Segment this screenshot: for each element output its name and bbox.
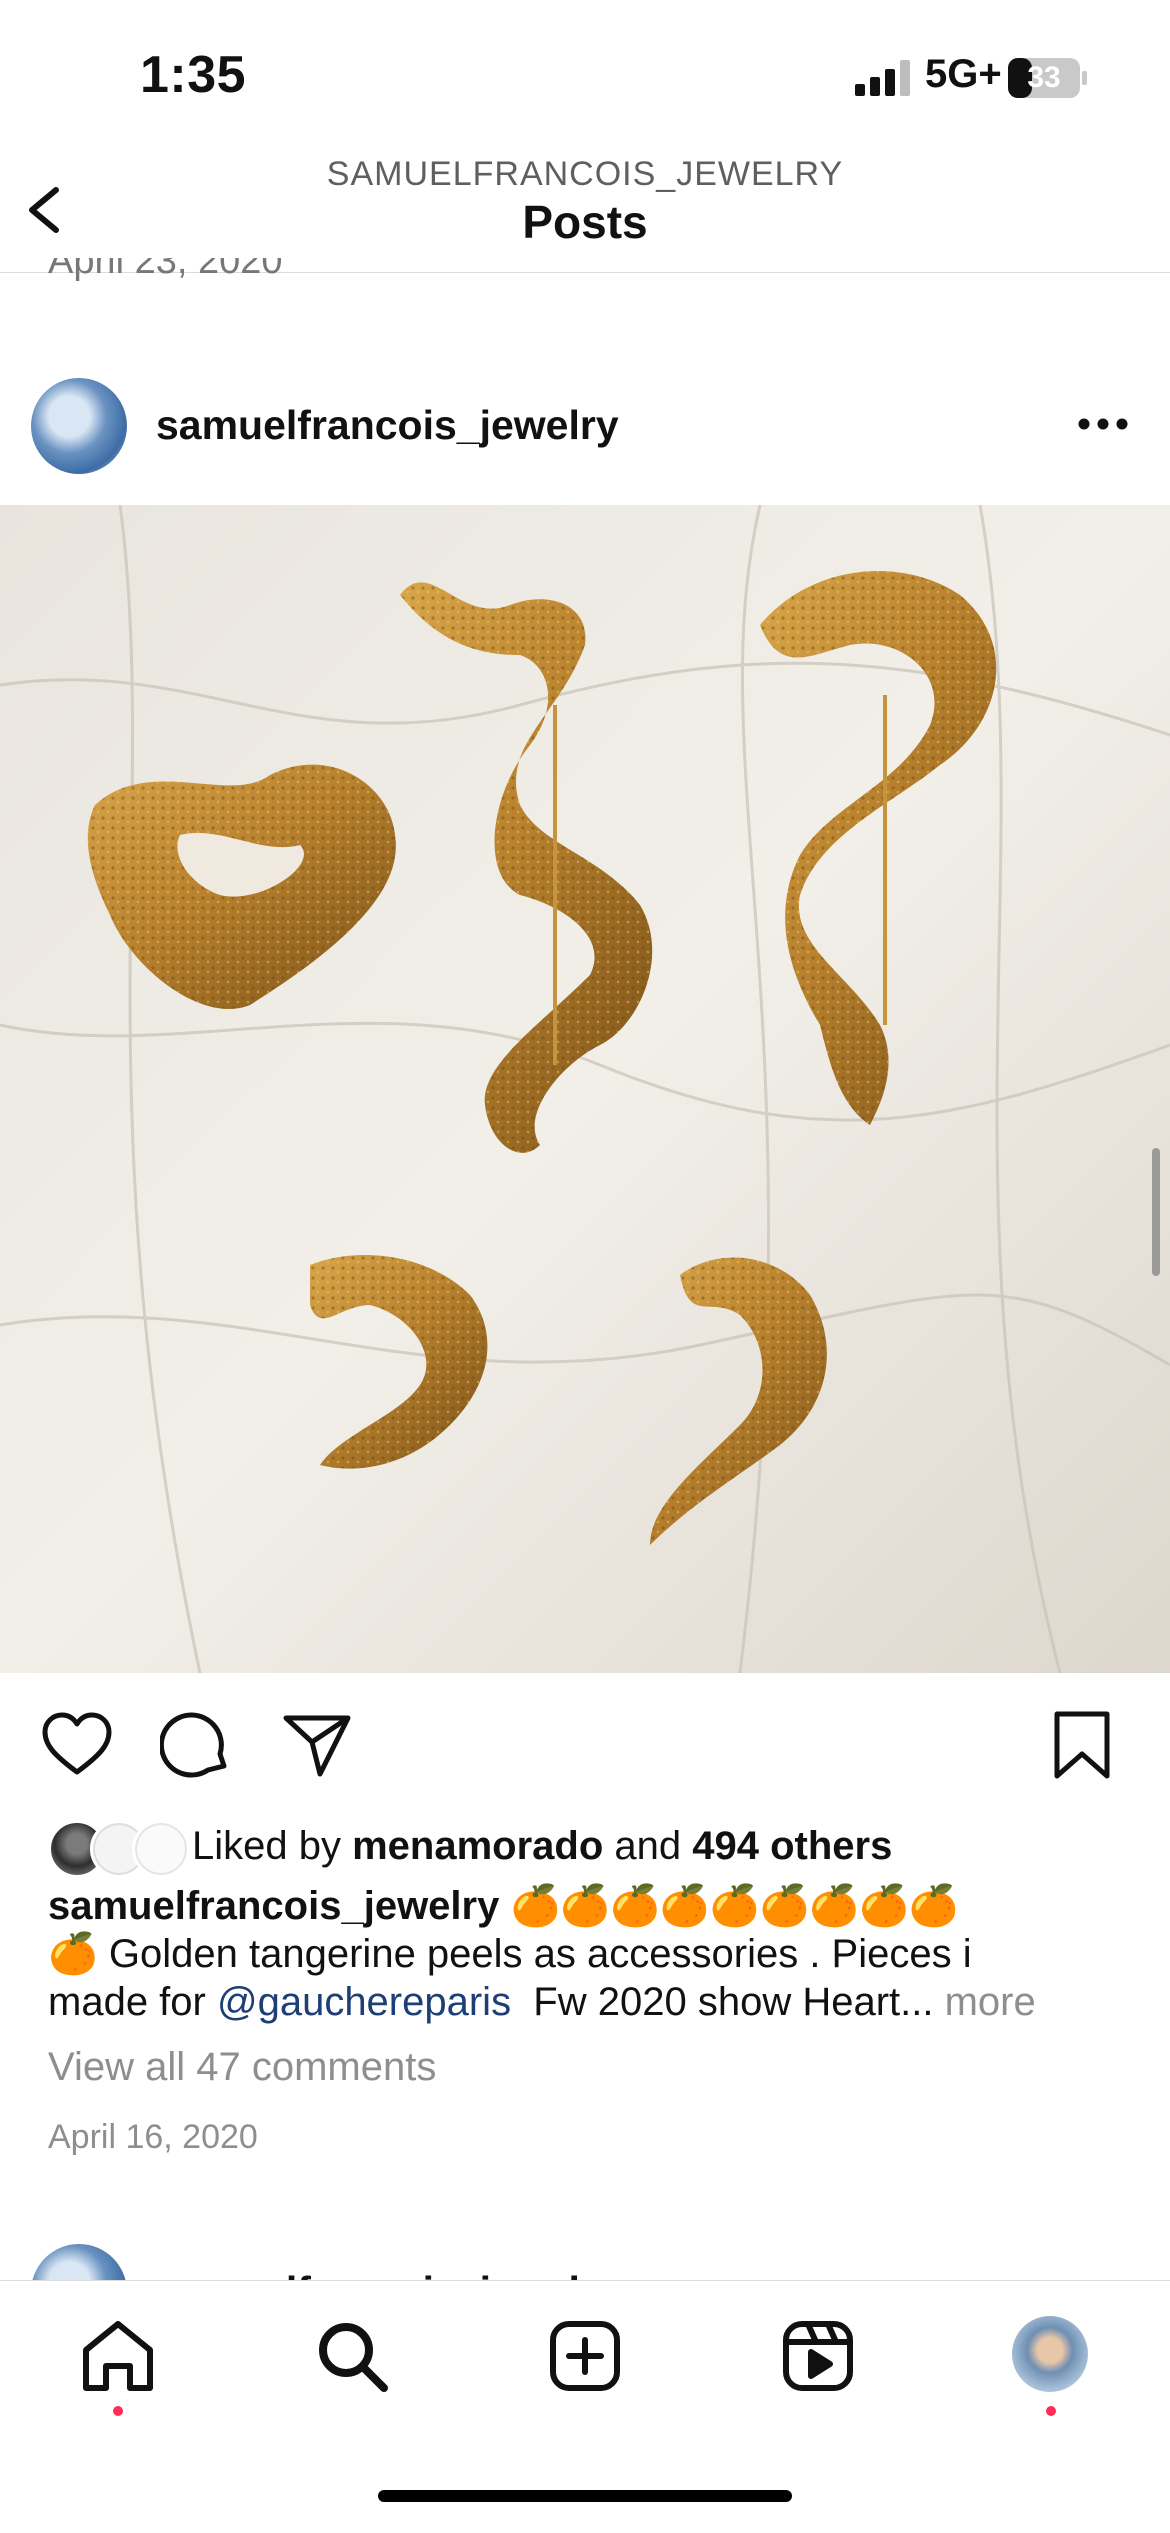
caption-username[interactable]: samuelfrancois_jewelry: [48, 1884, 499, 1928]
caption-text: made for: [48, 1980, 217, 2024]
network-type: 5G+: [925, 52, 1002, 96]
next-post-username[interactable]: samuelfrancois_jewelry: [156, 2268, 619, 2280]
paper-plane-icon: [283, 1715, 351, 1777]
caption-text: Fw 2020 show Heart...: [511, 1980, 945, 2024]
post-options-button[interactable]: [1078, 418, 1128, 430]
home-icon: [83, 2321, 153, 2391]
likes-others-count[interactable]: 494 others: [692, 1824, 892, 1868]
next-post-header[interactable]: samuelfrancois_jewelry: [0, 2244, 1170, 2280]
bookmark-icon: [1054, 1711, 1110, 1779]
view-all-comments-link[interactable]: View all 47 comments: [48, 2045, 436, 2090]
account-name-header: SAMUELFRANCOIS_JEWELRY: [326, 155, 844, 193]
comment-button[interactable]: [160, 1708, 234, 1782]
share-button[interactable]: [280, 1708, 354, 1782]
battery-level: 33: [1027, 61, 1061, 94]
scrollbar[interactable]: [1152, 1148, 1160, 1276]
caption-line: 🍊 Golden tangerine peels as accessories …: [48, 1932, 972, 1976]
next-post-avatar[interactable]: [31, 2244, 127, 2280]
plus-square-icon: [550, 2321, 620, 2391]
ellipsis-icon: [1078, 418, 1128, 430]
heart-icon: [42, 1712, 112, 1775]
liker-avatars[interactable]: [48, 1820, 190, 1878]
profile-notification-dot: [1046, 2406, 1056, 2416]
likes-summary[interactable]: Liked by menamorado and 494 others: [192, 1824, 892, 1869]
page-title: Posts: [522, 196, 648, 248]
likes-mid: and: [603, 1824, 693, 1868]
avatar: [132, 1820, 190, 1878]
home-notification-dot: [113, 2406, 123, 2416]
tab-home[interactable]: [78, 2316, 158, 2396]
post-caption: samuelfrancois_jewelry 🍊🍊🍊🍊🍊🍊🍊🍊🍊 🍊 Golde…: [48, 1882, 1128, 2026]
caption-emojis: 🍊🍊🍊🍊🍊🍊🍊🍊🍊: [499, 1884, 959, 1928]
like-button[interactable]: [40, 1708, 114, 1782]
tab-create[interactable]: [545, 2316, 625, 2396]
post-author-username[interactable]: samuelfrancois_jewelry: [156, 402, 619, 449]
tab-profile[interactable]: [1012, 2316, 1088, 2392]
cellular-signal-icon: [855, 60, 910, 96]
reels-icon: [783, 2321, 853, 2391]
status-time: 1:35: [140, 46, 247, 104]
search-icon: [319, 2323, 388, 2392]
post-photo[interactable]: [0, 505, 1170, 1673]
save-button[interactable]: [1045, 1708, 1119, 1782]
battery-icon: 33: [1008, 58, 1088, 98]
tab-search[interactable]: [312, 2316, 392, 2396]
comment-bubble-icon: [160, 1712, 227, 1778]
post-author-avatar[interactable]: [31, 378, 127, 474]
home-indicator[interactable]: [378, 2490, 792, 2502]
liked-by-username[interactable]: menamorado: [352, 1824, 603, 1868]
caption-more-link[interactable]: more: [945, 1980, 1036, 2024]
likes-prefix: Liked by: [192, 1824, 353, 1868]
tab-reels[interactable]: [778, 2316, 858, 2396]
post-date: April 16, 2020: [48, 2118, 258, 2156]
caption-mention-link[interactable]: @gauchereparis: [217, 1980, 511, 2024]
